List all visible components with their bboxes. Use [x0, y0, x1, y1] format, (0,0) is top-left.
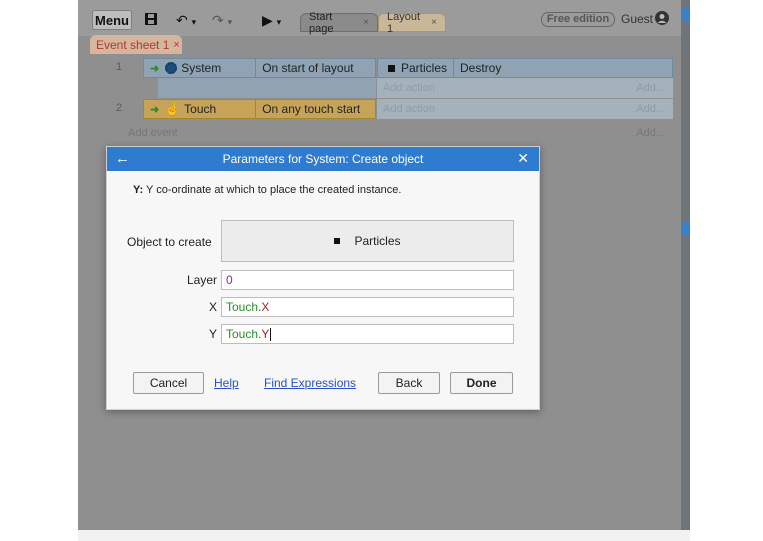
right-panel-strip [681, 0, 690, 530]
add-event-link[interactable]: Add event [128, 127, 178, 139]
description-key: Y: [133, 184, 144, 196]
x-expression-object: Touch [226, 300, 259, 314]
add-more-link[interactable]: Add... [636, 103, 665, 115]
add-action-link[interactable]: Add action [383, 103, 435, 115]
action-object: Particles [401, 61, 448, 75]
tab-layout-1[interactable]: Layout 1 × [378, 10, 446, 35]
undo-icon[interactable]: ↶ ▾ [176, 12, 196, 28]
layer-field[interactable]: 0 [221, 270, 514, 290]
user-name[interactable]: Guest [621, 12, 653, 26]
menu-button[interactable]: Menu [92, 10, 132, 30]
tab-start-page[interactable]: Start page × [300, 10, 378, 35]
dialog-title-bar: ← Parameters for System: Create object ✕ [107, 147, 539, 171]
cancel-button[interactable]: Cancel [133, 372, 204, 394]
close-icon[interactable]: × [173, 39, 179, 51]
event-number: 2 [116, 102, 123, 114]
save-icon[interactable] [144, 12, 158, 28]
add-action-link[interactable]: Add action [383, 82, 435, 94]
description-text: Y co-ordinate at which to place the crea… [146, 184, 402, 196]
dialog-title: Parameters for System: Create object [222, 152, 424, 166]
add-action-row[interactable]: Add action Add... [377, 78, 673, 98]
y-expression-object: Touch [226, 327, 259, 341]
condition-text: On start of layout [262, 61, 354, 75]
redo-icon[interactable]: ↷ ▾ [212, 12, 232, 28]
back-arrow-icon[interactable]: ← [115, 150, 130, 167]
arrow-icon: ➜ [150, 62, 160, 75]
arrow-icon: ➜ [150, 103, 160, 116]
y-label: Y [208, 327, 217, 341]
user-icon[interactable] [655, 11, 669, 25]
event-action[interactable]: Particles Destroy [377, 58, 673, 78]
text-caret [270, 327, 272, 341]
y-field[interactable]: Touch .Y [221, 324, 514, 344]
hand-icon: ☝ [165, 102, 181, 116]
object-to-create-label: Object to create [127, 235, 212, 249]
condition-object: System [181, 61, 222, 75]
close-icon[interactable]: ✕ [517, 150, 529, 167]
y-expression-property: .Y [258, 327, 270, 341]
condition-spacer [158, 78, 376, 98]
back-button[interactable]: Back [378, 372, 440, 394]
gear-icon [165, 62, 178, 74]
done-button[interactable]: Done [450, 372, 513, 394]
condition-object: Touch [184, 102, 217, 116]
x-label: X [208, 300, 217, 314]
parameter-description: Y: Y co-ordinate at which to place the c… [133, 184, 401, 196]
toolbar: Menu ↶ ▾ ↷ ▾ ▶ ▾ Start page × Layout 1 ×… [78, 0, 681, 36]
object-picker-value: Particles [354, 234, 401, 248]
event-condition[interactable]: ➜ System On start of layout [143, 58, 376, 78]
help-link[interactable]: Help [214, 376, 239, 390]
x-expression-property: .X [258, 300, 270, 314]
add-more-link[interactable]: Add... [636, 82, 665, 94]
tab-event-sheet-label: Event sheet 1 [96, 37, 170, 52]
add-action-row[interactable]: Add action Add... [377, 99, 673, 119]
divider [453, 58, 455, 78]
action-text: Destroy [460, 61, 502, 75]
bottom-margin [78, 530, 690, 541]
play-icon[interactable]: ▶ ▾ [262, 12, 281, 28]
left-margin [0, 0, 78, 541]
particles-icon [388, 64, 395, 72]
close-icon[interactable]: × [363, 17, 369, 28]
tab-layout-1-label: Layout 1 [387, 10, 421, 35]
event-condition[interactable]: ➜ ☝ Touch On any touch start [143, 99, 376, 119]
x-field[interactable]: Touch .X [221, 297, 514, 317]
condition-text: On any touch start [262, 102, 361, 116]
event-number: 1 [116, 61, 123, 73]
tab-event-sheet-1[interactable]: Event sheet 1 × [90, 35, 182, 54]
app-window: Menu ↶ ▾ ↷ ▾ ▶ ▾ Start page × Layout 1 ×… [0, 0, 763, 541]
tab-start-page-label: Start page [309, 10, 334, 35]
add-more-link[interactable]: Add... [636, 127, 665, 139]
object-picker-button[interactable]: Particles [221, 220, 514, 262]
layer-label: Layer [186, 273, 217, 287]
close-icon[interactable]: × [431, 17, 437, 28]
panel-handle[interactable] [681, 222, 690, 236]
add-event-row: Add event Add... [128, 127, 673, 139]
parameters-dialog: ← Parameters for System: Create object ✕… [106, 146, 540, 410]
free-edition-badge[interactable]: Free edition [541, 12, 615, 27]
particles-icon [334, 238, 341, 244]
panel-handle[interactable] [681, 8, 690, 22]
find-expressions-link[interactable]: Find Expressions [264, 376, 356, 390]
